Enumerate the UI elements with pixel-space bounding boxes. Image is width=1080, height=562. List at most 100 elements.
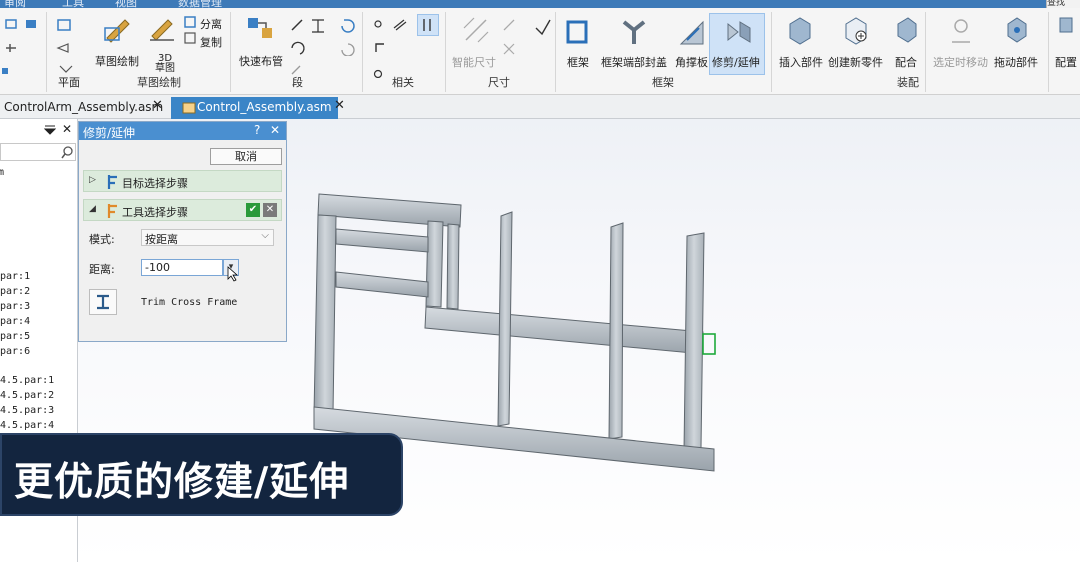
chevron-down-icon: ⌵ bbox=[261, 230, 269, 241]
tab-controlarm-assembly[interactable]: ControlArm_Assembly.asm bbox=[0, 97, 169, 119]
frame-group-label: 框架 bbox=[652, 76, 674, 89]
parallel-icon bbox=[423, 19, 431, 31]
menu-item[interactable]: 视图 bbox=[115, 0, 137, 8]
tab-label: Control_Assembly.asm bbox=[197, 100, 332, 114]
dialog-title-bar: 修剪/延伸 ? ✕ bbox=[79, 122, 286, 140]
ribbon: 平面 草图绘制 3D 草图 分离 复制 草图绘制 快速布管 段 相关 智能尺寸 … bbox=[0, 8, 1080, 95]
trim-extend-icon bbox=[727, 21, 751, 43]
distance-input[interactable]: -100 bbox=[141, 259, 223, 276]
frame-type-label: Trim Cross Frame bbox=[141, 297, 238, 308]
menu-item[interactable]: 工具 bbox=[62, 0, 84, 8]
copy-button[interactable]: 复制 bbox=[200, 34, 222, 50]
dropdown-icon[interactable] bbox=[44, 125, 56, 135]
mate-icon[interactable] bbox=[894, 16, 920, 46]
tree-item[interactable]: par:4 bbox=[0, 316, 30, 327]
reject-x-icon[interactable]: ✕ bbox=[263, 203, 277, 217]
quick-pipe-icon[interactable] bbox=[246, 14, 276, 44]
close-icon[interactable]: ✕ bbox=[152, 98, 163, 113]
frame-member-icon bbox=[107, 175, 117, 189]
new-part-button[interactable]: 创建新零件 bbox=[828, 54, 883, 70]
relation-toggle-button[interactable] bbox=[417, 14, 439, 36]
close-icon[interactable]: ✕ bbox=[334, 98, 345, 113]
tree-item[interactable]: par:5 bbox=[0, 331, 30, 342]
drag-part-button[interactable]: 拖动部件 bbox=[994, 54, 1038, 70]
tree-item[interactable]: 4.5.par:2 bbox=[0, 390, 54, 401]
quick-pipe-button[interactable]: 快速布管 bbox=[239, 53, 283, 69]
move-selected-icon[interactable] bbox=[948, 16, 974, 46]
line-arc-tools-icon[interactable] bbox=[290, 16, 330, 78]
tree-item[interactable]: par:3 bbox=[0, 301, 30, 312]
constraint-icon[interactable] bbox=[534, 16, 552, 36]
frame-member-icon bbox=[107, 204, 117, 218]
trim-extend-dialog: 修剪/延伸 ? ✕ 取消 ▷ 目标选择步骤 ◢ 工具选择步骤 ✔ ✕ 模式: 按… bbox=[78, 121, 287, 342]
config-icon[interactable] bbox=[1058, 16, 1076, 38]
i-beam-icon bbox=[97, 294, 109, 310]
plane-icon[interactable] bbox=[56, 16, 80, 76]
relation-group-label: 相关 bbox=[392, 76, 414, 89]
sketch-draw-button[interactable]: 草图绘制 bbox=[95, 53, 139, 69]
cancel-button[interactable]: 取消 bbox=[210, 148, 282, 165]
insert-part-button[interactable]: 插入部件 bbox=[779, 54, 823, 70]
relation-tools-icon[interactable] bbox=[372, 16, 422, 78]
sketch-draw-icon[interactable] bbox=[103, 14, 133, 44]
gusset-button[interactable]: 角撑板 bbox=[675, 54, 708, 70]
drag-part-icon[interactable] bbox=[1004, 16, 1030, 46]
new-part-icon[interactable] bbox=[842, 16, 870, 46]
split-copy-icon bbox=[184, 16, 196, 44]
insert-part-icon[interactable] bbox=[786, 16, 814, 46]
end-cap-button[interactable]: 框架端部封盖 bbox=[601, 54, 667, 70]
step-label: 目标选择步骤 bbox=[122, 177, 188, 190]
tree-header: ✕ bbox=[0, 122, 76, 138]
accept-check-icon[interactable]: ✔ bbox=[246, 203, 260, 217]
undo-tools-icon[interactable] bbox=[338, 16, 356, 56]
tree-search-input[interactable] bbox=[0, 143, 76, 161]
expand-icon[interactable]: ▷ bbox=[89, 175, 96, 185]
mode-select[interactable]: 按距离 ⌵ bbox=[141, 229, 274, 246]
smart-dimension-icon[interactable] bbox=[462, 16, 492, 46]
target-selection-step[interactable]: ▷ 目标选择步骤 bbox=[83, 170, 282, 192]
assembly-file-icon bbox=[182, 102, 196, 114]
tree-item[interactable]: m bbox=[0, 167, 4, 178]
caption-text: 更优质的修建/延伸 bbox=[14, 460, 350, 505]
sketch-3d-button[interactable]: 3D 草图 bbox=[155, 54, 175, 74]
step-label: 工具选择步骤 bbox=[122, 206, 188, 219]
tree-item[interactable]: par:2 bbox=[0, 286, 30, 297]
move-selected-button[interactable]: 选定时移动 bbox=[933, 54, 988, 70]
sketch-tools-icon[interactable] bbox=[2, 16, 42, 76]
tree-item[interactable]: 4.5.par:4 bbox=[0, 420, 54, 431]
mode-value: 按距离 bbox=[145, 233, 178, 246]
dialog-title: 修剪/延伸 bbox=[83, 126, 136, 140]
end-cap-icon[interactable] bbox=[620, 18, 650, 48]
menu-item[interactable]: 审阅 bbox=[4, 0, 26, 8]
distance-label: 距离: bbox=[89, 263, 115, 276]
menu-item[interactable]: 数据管理 bbox=[178, 0, 222, 8]
tree-item[interactable]: 4.5.par:3 bbox=[0, 405, 54, 416]
help-button[interactable]: ? bbox=[254, 123, 260, 137]
tree-item[interactable]: 4.5.par:1 bbox=[0, 375, 54, 386]
config-button[interactable]: 配置 bbox=[1055, 54, 1077, 70]
sketch-3d-icon[interactable] bbox=[148, 14, 176, 42]
split-button[interactable]: 分离 bbox=[200, 16, 222, 32]
frame-button[interactable]: 框架 bbox=[567, 54, 589, 70]
frame-icon[interactable] bbox=[566, 18, 592, 48]
mate-button[interactable]: 配合 bbox=[895, 54, 917, 70]
plane-label: 平面 bbox=[58, 76, 80, 89]
smart-dimension-button[interactable]: 智能尺寸 bbox=[452, 54, 496, 70]
tree-item[interactable]: par:6 bbox=[0, 346, 30, 357]
tool-selection-step[interactable]: ◢ 工具选择步骤 ✔ ✕ bbox=[83, 199, 282, 221]
collapse-icon[interactable]: ◢ bbox=[89, 204, 96, 214]
menu-bar: 审阅 工具 视图 数据管理 bbox=[0, 0, 1080, 8]
dimension-group-label: 尺寸 bbox=[488, 76, 510, 89]
close-button[interactable]: ✕ bbox=[270, 123, 280, 137]
close-icon[interactable]: ✕ bbox=[62, 122, 72, 136]
mouse-cursor-icon bbox=[227, 266, 239, 282]
gusset-icon[interactable] bbox=[677, 18, 707, 48]
segment-label: 段 bbox=[292, 76, 303, 89]
dimension-tools-icon[interactable] bbox=[500, 16, 520, 60]
trim-extend-button[interactable]: 修剪/延伸 bbox=[712, 54, 760, 70]
tree-item[interactable]: par:1 bbox=[0, 271, 30, 282]
sketch-group-label: 草图绘制 bbox=[137, 76, 181, 89]
mode-label: 模式: bbox=[89, 233, 115, 246]
assembly-group-label: 装配 bbox=[897, 76, 919, 89]
frame-type-button[interactable] bbox=[89, 289, 117, 315]
